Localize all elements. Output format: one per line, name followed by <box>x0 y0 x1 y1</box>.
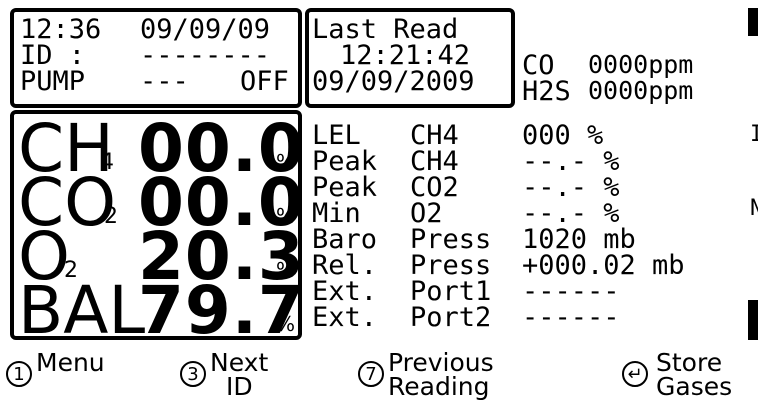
detail-label-a: Baro <box>312 224 378 255</box>
right-edge-glyph: N <box>750 196 758 221</box>
last-read-date: 09/09/2009 <box>312 66 475 97</box>
clock-time: 12:36 <box>20 14 102 45</box>
detail-label-b: Press <box>410 224 492 255</box>
detail-value: 1020 mb <box>522 224 636 255</box>
clock-date: 09/09/09 <box>140 14 271 45</box>
enter-key-icon: ↵ <box>622 361 648 387</box>
detail-label-a: Min <box>312 198 361 229</box>
detail-value: ------ <box>522 276 620 307</box>
pump-state: OFF <box>240 66 289 97</box>
id-label: ID : <box>20 40 86 71</box>
detail-label-a: Ext. <box>312 302 378 333</box>
detail-value: ------ <box>522 302 620 333</box>
id-value: -------- <box>140 40 271 71</box>
key-1-icon: 1 <box>6 361 32 387</box>
detail-label-b: Port1 <box>410 276 492 307</box>
detail-label-b: CH4 <box>410 120 459 151</box>
detail-label-b: CH4 <box>410 146 459 177</box>
key-7-icon: 7 <box>358 361 384 387</box>
detail-label-a: Ext. <box>312 276 378 307</box>
h2s-value: 0000ppm <box>588 76 694 105</box>
softkey-label: Menu <box>36 348 105 377</box>
detail-value: --.- % <box>522 198 620 229</box>
detail-label-a: Peak <box>312 172 378 203</box>
right-edge-bar <box>748 300 758 340</box>
detail-label-a: LEL <box>312 120 361 151</box>
gas-analyser-screen: 12:36 09/09/09 ID : -------- PUMP --- OF… <box>0 0 758 401</box>
softkey-label-line2: Reading <box>388 372 490 401</box>
softkey-label-line2: ID <box>226 372 253 401</box>
last-read-title: Last Read <box>312 14 459 45</box>
co-value: 0000ppm <box>588 50 694 79</box>
detail-value: +000.02 mb <box>522 250 685 281</box>
gas-unit: % <box>276 312 296 336</box>
detail-label-b: CO2 <box>410 172 459 203</box>
detail-value: --.- % <box>522 172 620 203</box>
right-edge-bar <box>748 8 758 36</box>
detail-label-a: Peak <box>312 146 378 177</box>
pump-label: PUMP <box>20 66 86 97</box>
detail-label-b: Press <box>410 250 492 281</box>
detail-label-b: Port2 <box>410 302 492 333</box>
co-label: CO <box>522 50 555 81</box>
gas-name: BAL <box>18 272 146 349</box>
pump-dashes: --- <box>140 66 189 97</box>
detail-label-b: O2 <box>410 198 443 229</box>
gas-subscript: 2 <box>104 204 118 229</box>
softkey-label-line2: Gases <box>656 372 733 401</box>
detail-value: --.- % <box>522 146 620 177</box>
h2s-label: H2S <box>522 76 571 107</box>
last-read-time: 12:21:42 <box>340 40 471 71</box>
detail-value: 000 % <box>522 120 604 151</box>
right-edge-glyph: I <box>750 122 758 147</box>
detail-label-a: Rel. <box>312 250 378 281</box>
key-3-icon: 3 <box>180 361 206 387</box>
